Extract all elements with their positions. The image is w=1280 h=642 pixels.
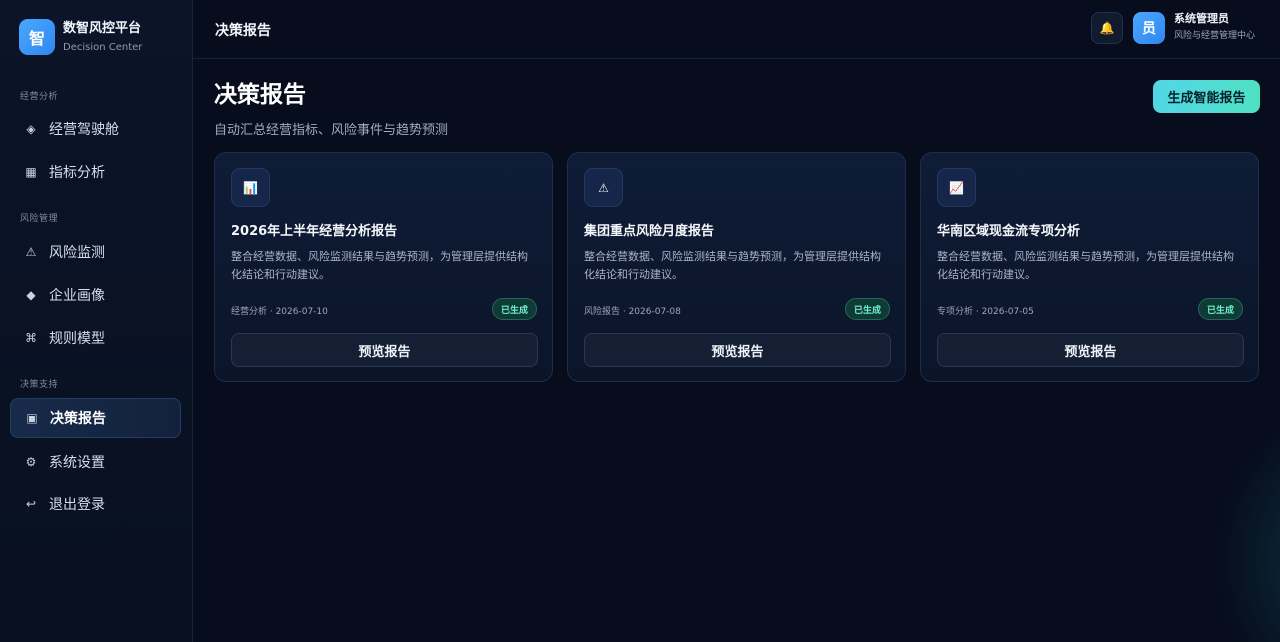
warning-icon: ⚠ xyxy=(584,168,623,207)
sidebar-item-metrics[interactable]: ▦ 指标分析 xyxy=(10,152,181,192)
brand-name: 数智风控平台 xyxy=(63,20,142,36)
user-department: 风险与经营管理中心 xyxy=(1174,31,1256,41)
page-subtitle: 自动汇总经营指标、风险事件与趋势预测 xyxy=(214,123,449,138)
section-label-decision: 决策支持 xyxy=(20,380,59,390)
sidebar-item-logout[interactable]: ↩ 退出登录 xyxy=(10,484,181,524)
report-square-icon: ▣ xyxy=(26,411,38,425)
grid-square-icon: ▦ xyxy=(25,165,37,179)
generate-report-button[interactable]: 生成智能报告 xyxy=(1153,80,1260,113)
brand-logo-icon: 智 xyxy=(19,19,55,55)
sidebar: 智 数智风控平台 Decision Center 经营分析 ◈ 经营驾驶舱 ▦ … xyxy=(0,0,193,642)
warning-icon: ⚠ xyxy=(25,245,37,259)
report-title: 集团重点风险月度报告 xyxy=(584,224,715,239)
sidebar-item-decision-report[interactable]: ▣ 决策报告 xyxy=(10,398,181,438)
diamond-outline-icon: ◈ xyxy=(26,122,36,136)
page-title: 决策报告 xyxy=(214,82,306,108)
sidebar-item-label: 企业画像 xyxy=(49,288,105,304)
report-card: 📈 华南区域现金流专项分析 整合经营数据、风险监测结果与趋势预测，为管理层提供结… xyxy=(920,152,1259,382)
sidebar-item-label: 系统设置 xyxy=(49,455,105,471)
report-meta: 风险报告 · 2026-07-08 xyxy=(584,307,681,317)
preview-report-button[interactable]: 预览报告 xyxy=(584,333,891,367)
report-card: ⚠ 集团重点风险月度报告 整合经营数据、风险监测结果与趋势预测，为管理层提供结构… xyxy=(567,152,906,382)
topbar-title: 决策报告 xyxy=(215,23,271,39)
bar-chart-icon: 📊 xyxy=(231,168,270,207)
line-chart-icon: 📈 xyxy=(937,168,976,207)
logout-arrow-icon: ↩ xyxy=(25,497,37,511)
report-description: 整合经营数据、风险监测结果与趋势预测，为管理层提供结构化结论和行动建议。 xyxy=(937,250,1234,281)
report-meta: 专项分析 · 2026-07-05 xyxy=(937,307,1034,317)
app-root: 智 数智风控平台 Decision Center 经营分析 ◈ 经营驾驶舱 ▦ … xyxy=(0,0,1280,642)
sidebar-item-label: 指标分析 xyxy=(49,165,105,181)
sidebar-item-company-profile[interactable]: ◆ 企业画像 xyxy=(10,275,181,315)
gear-icon: ⚙ xyxy=(25,455,37,469)
section-label-operations: 经营分析 xyxy=(20,92,59,102)
report-description: 整合经营数据、风险监测结果与趋势预测，为管理层提供结构化结论和行动建议。 xyxy=(231,250,528,281)
sidebar-item-risk-monitor[interactable]: ⚠ 风险监测 xyxy=(10,232,181,272)
sidebar-item-rule-model[interactable]: ⌘ 规则模型 xyxy=(10,318,181,358)
report-meta: 经营分析 · 2026-07-10 xyxy=(231,307,328,317)
status-badge: 已生成 xyxy=(844,298,890,320)
sidebar-item-label: 决策报告 xyxy=(50,411,106,427)
user-name: 系统管理员 xyxy=(1174,12,1229,25)
bell-icon[interactable]: 🔔 xyxy=(1091,12,1123,44)
sidebar-item-label: 经营驾驶舱 xyxy=(49,122,119,138)
status-badge: 已生成 xyxy=(1197,298,1243,320)
avatar[interactable]: 员 xyxy=(1133,12,1165,44)
section-label-risk: 风险管理 xyxy=(20,214,59,224)
sidebar-item-label: 规则模型 xyxy=(49,331,105,347)
report-description: 整合经营数据、风险监测结果与趋势预测，为管理层提供结构化结论和行动建议。 xyxy=(584,250,881,281)
report-title: 华南区域现金流专项分析 xyxy=(937,224,1081,239)
diamond-icon: ◆ xyxy=(26,288,36,302)
preview-report-button[interactable]: 预览报告 xyxy=(231,333,538,367)
sidebar-item-settings[interactable]: ⚙ 系统设置 xyxy=(10,442,181,482)
status-badge: 已生成 xyxy=(491,298,537,320)
user-info[interactable]: 系统管理员 风险与经营管理中心 xyxy=(1174,12,1255,42)
main-content: 决策报告 🔔 员 系统管理员 风险与经营管理中心 决策报告 自动汇总经营指标、风… xyxy=(193,0,1280,642)
topbar: 决策报告 🔔 员 系统管理员 风险与经营管理中心 xyxy=(193,0,1280,59)
command-icon: ⌘ xyxy=(25,331,37,345)
brand-subtitle: Decision Center xyxy=(63,41,143,53)
sidebar-item-cockpit[interactable]: ◈ 经营驾驶舱 xyxy=(10,109,181,149)
report-card: 📊 2026年上半年经营分析报告 整合经营数据、风险监测结果与趋势预测，为管理层… xyxy=(214,152,553,382)
sidebar-item-label: 风险监测 xyxy=(49,245,105,261)
brand[interactable]: 智 数智风控平台 Decision Center xyxy=(19,19,142,55)
report-title: 2026年上半年经营分析报告 xyxy=(231,224,398,239)
sidebar-item-label: 退出登录 xyxy=(49,497,105,513)
preview-report-button[interactable]: 预览报告 xyxy=(937,333,1244,367)
